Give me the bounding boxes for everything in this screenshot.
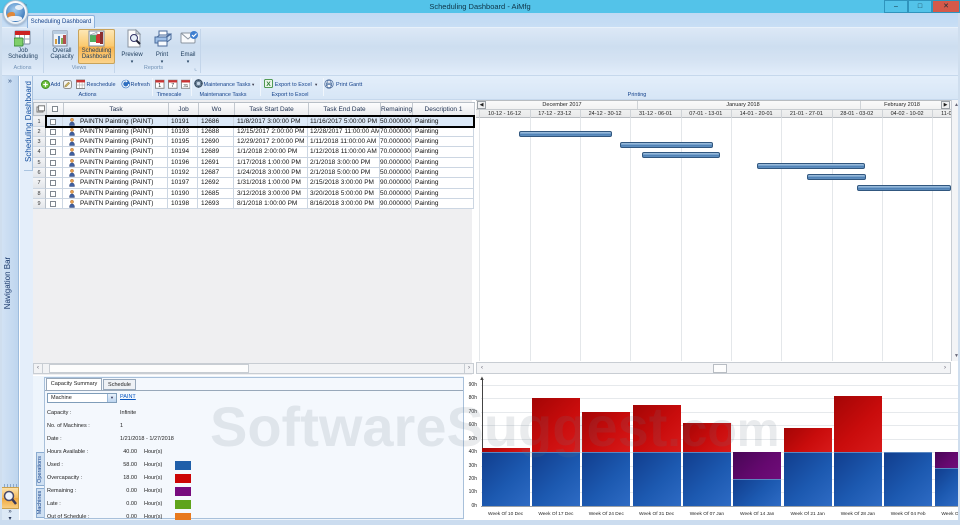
- svg-text:31: 31: [183, 83, 188, 88]
- svg-text:1: 1: [159, 83, 162, 89]
- svg-text:X: X: [267, 81, 272, 88]
- svg-text:7: 7: [171, 83, 174, 89]
